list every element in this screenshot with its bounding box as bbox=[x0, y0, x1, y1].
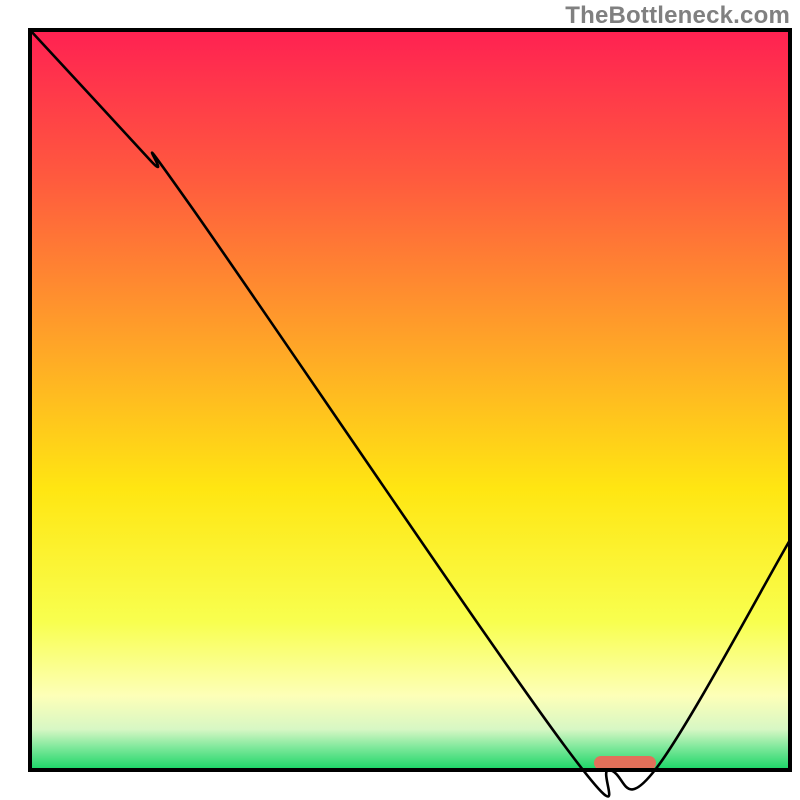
optimal-range-marker bbox=[594, 756, 656, 770]
watermark-text: TheBottleneck.com bbox=[565, 2, 790, 30]
gradient-background bbox=[30, 30, 790, 770]
bottleneck-chart bbox=[0, 0, 800, 800]
chart-container: TheBottleneck.com bbox=[0, 0, 800, 800]
